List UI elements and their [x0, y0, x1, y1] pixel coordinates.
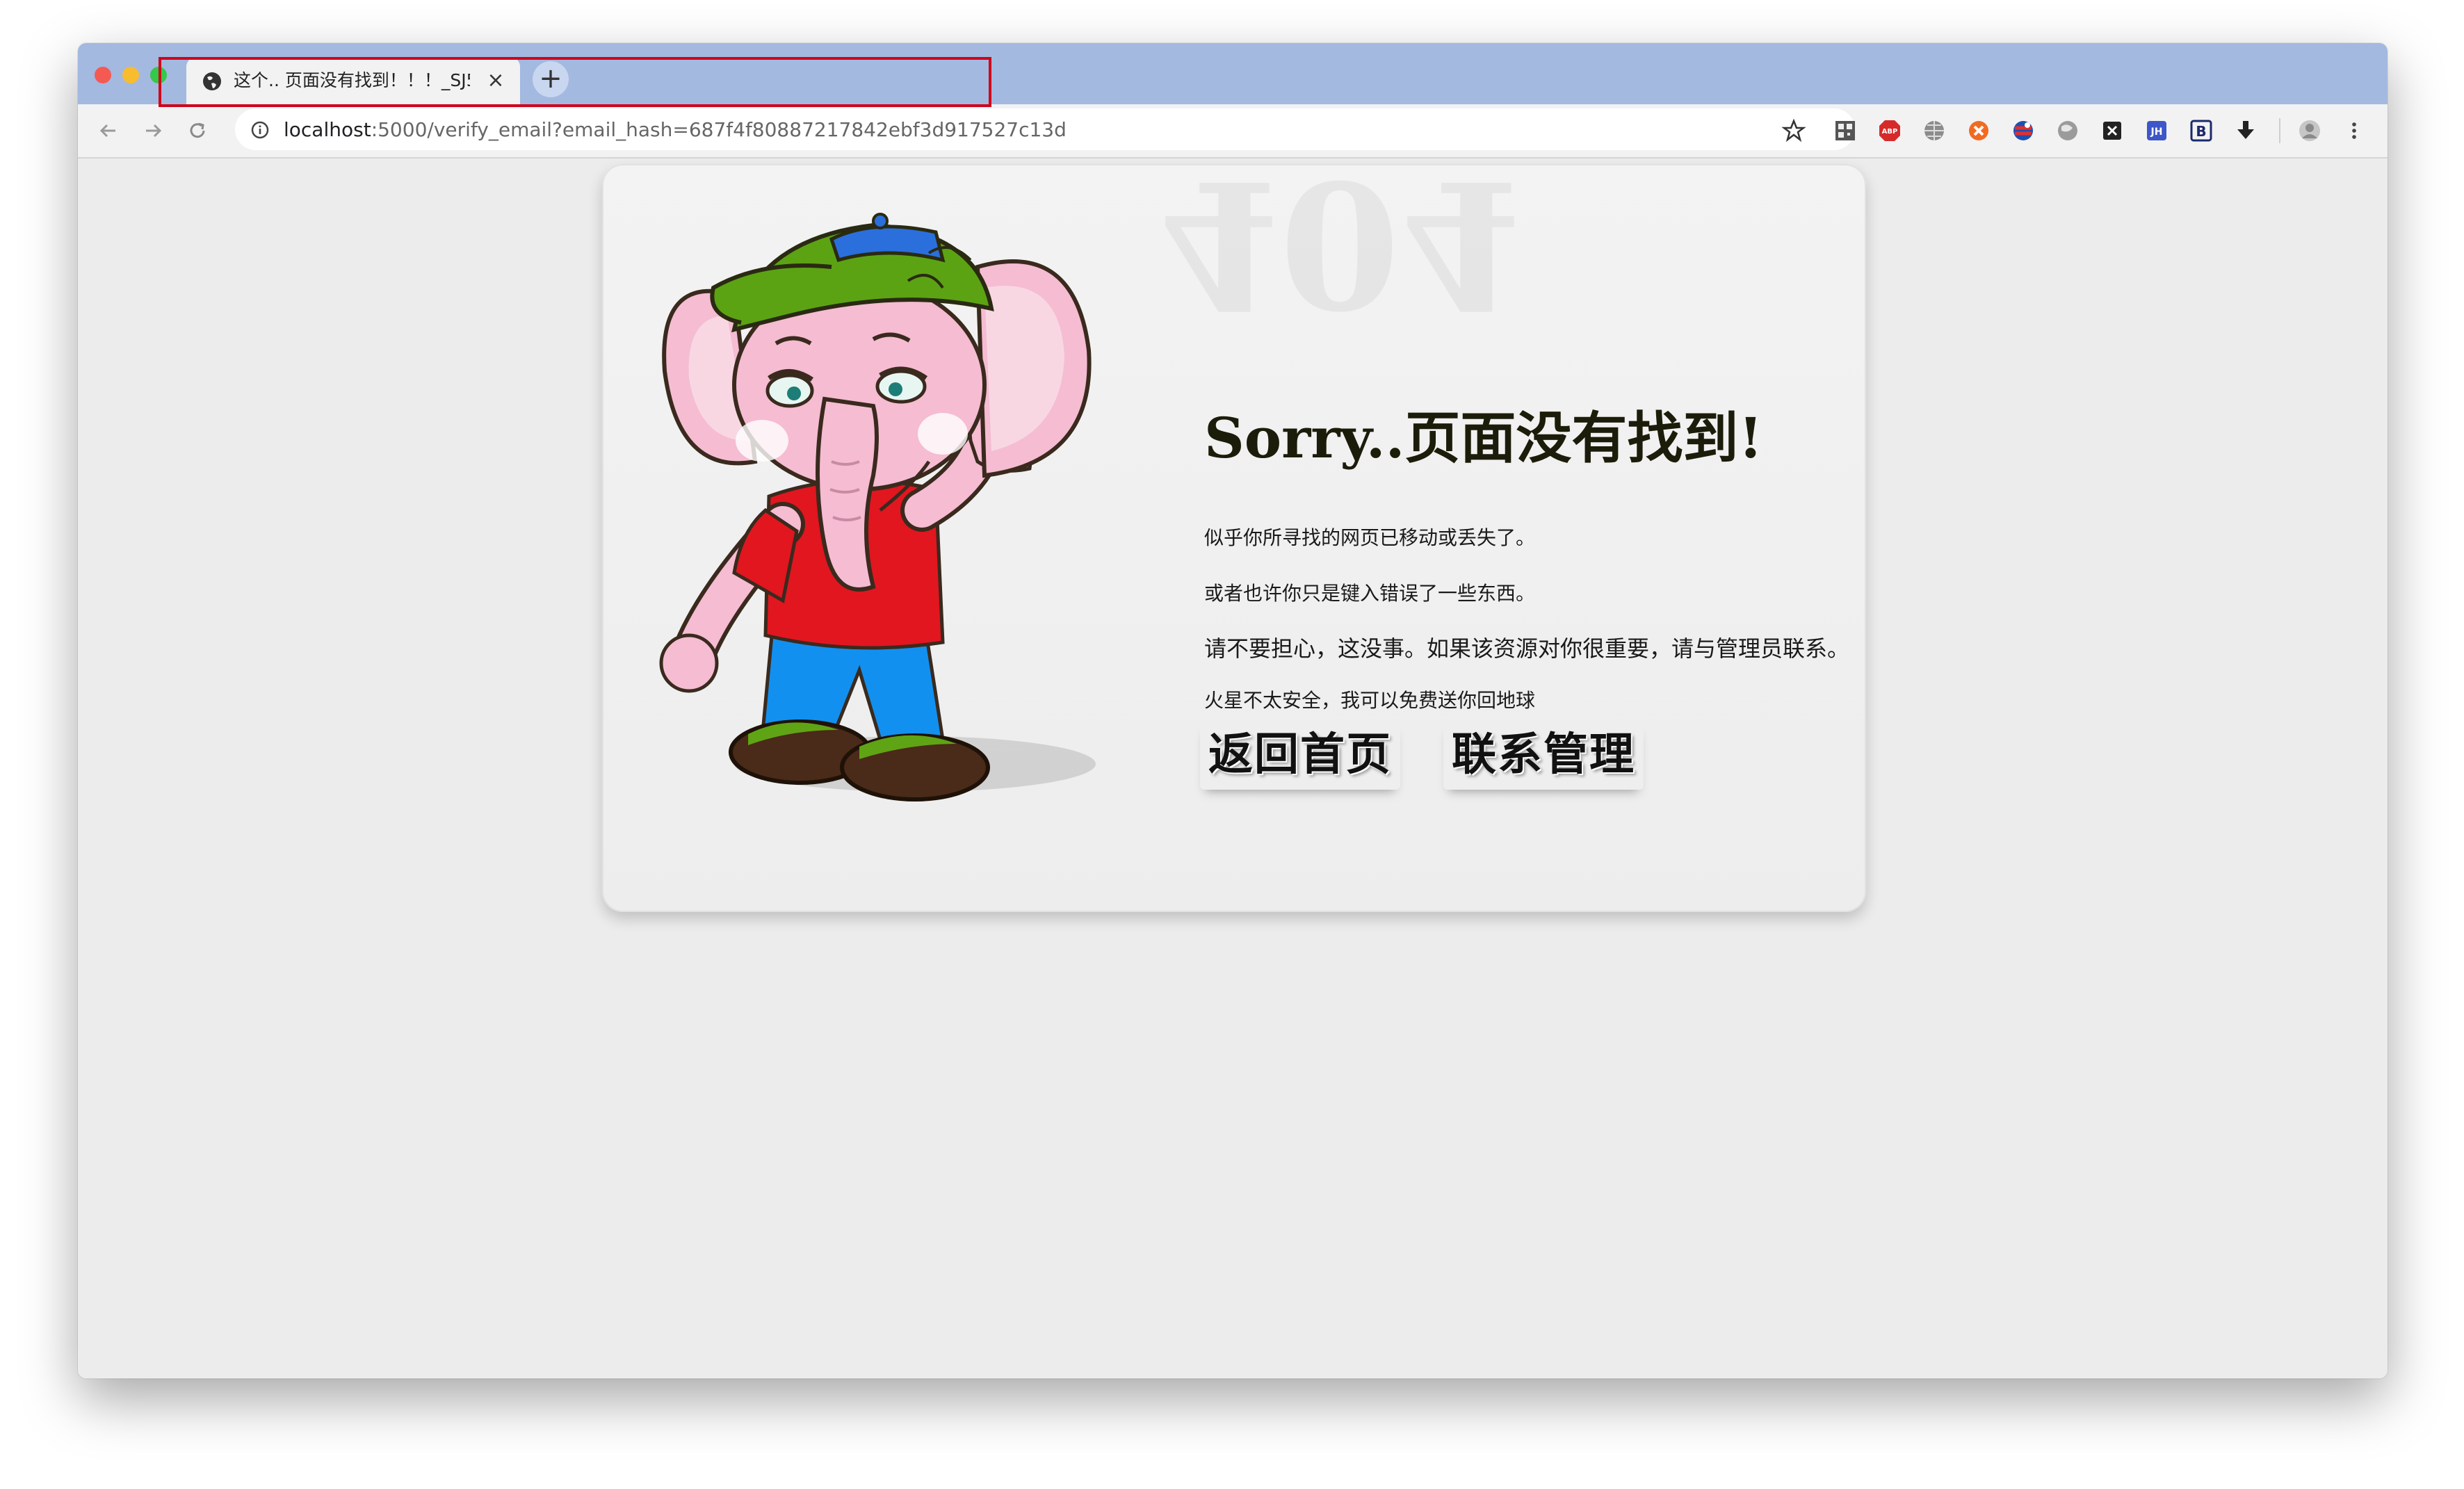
url-path: :5000/verify_email?email_hash=687f4f8088…: [371, 118, 1067, 141]
forward-icon[interactable]: [139, 117, 167, 145]
minimize-window-button[interactable]: [122, 67, 139, 83]
back-icon[interactable]: [95, 117, 122, 145]
download-icon[interactable]: [2233, 118, 2258, 143]
svg-text:ABP: ABP: [1882, 128, 1898, 136]
svg-text:JH: JH: [2150, 127, 2163, 138]
reload-icon[interactable]: [184, 117, 211, 145]
globe-icon[interactable]: [1922, 118, 1947, 143]
error-card: 404 Sorry..页面没有找到! 似乎你所寻找的网页已移动或丢失了。 或者也…: [602, 142, 1866, 912]
url-host: localhost: [284, 118, 371, 141]
jh-ext-icon[interactable]: JH: [2144, 118, 2169, 143]
close-window-button[interactable]: [95, 67, 111, 83]
svg-text:B: B: [2196, 123, 2206, 140]
info-icon[interactable]: [250, 120, 270, 140]
bookmark-star-icon[interactable]: [1780, 117, 1808, 145]
message-line-2: 或者也许你只是键入错误了一些东西。: [1204, 582, 1536, 605]
toolbar-separator: [2279, 118, 2280, 143]
adblock-icon[interactable]: ABP: [1877, 118, 1902, 143]
b-ext-icon[interactable]: B: [2189, 118, 2214, 143]
contact-admin-button[interactable]: 联系管理: [1443, 722, 1644, 790]
address-bar[interactable]: localhost:5000/verify_email?email_hash=6…: [235, 108, 1855, 150]
url-text[interactable]: localhost:5000/verify_email?email_hash=6…: [284, 108, 1067, 152]
profile-icon[interactable]: [2297, 118, 2322, 143]
url-highlight-annotation: [159, 57, 991, 107]
message-line-3: 请不要担心，这没事。如果该资源对你很重要，请与管理员联系。: [1204, 635, 1850, 662]
grey-globe-icon[interactable]: [2055, 118, 2080, 143]
x-ext-icon[interactable]: [2100, 118, 2125, 143]
flag-ext-icon[interactable]: [2011, 118, 2036, 143]
page-title: Sorry..页面没有找到!: [1204, 405, 1763, 471]
qr-code-icon[interactable]: [1833, 118, 1858, 143]
back-home-button[interactable]: 返回首页: [1200, 722, 1400, 790]
browser-window: 这个.. 页面没有找到！！！_SJ5 × + localhost:5000/ve…: [78, 43, 2388, 1378]
cartoon-elephant-illustration: [659, 213, 1096, 802]
page-content: 404 Sorry..页面没有找到! 似乎你所寻找的网页已移动或丢失了。 或者也…: [78, 142, 2388, 1378]
menu-icon[interactable]: [2342, 118, 2367, 143]
message-line-1: 似乎你所寻找的网页已移动或丢失了。: [1204, 526, 1536, 549]
orange-ext-icon[interactable]: [1966, 118, 1991, 143]
message-line-4: 火星不太安全，我可以免费送你回地球: [1204, 689, 1536, 712]
ghost-404-text: 404: [1158, 142, 1521, 346]
